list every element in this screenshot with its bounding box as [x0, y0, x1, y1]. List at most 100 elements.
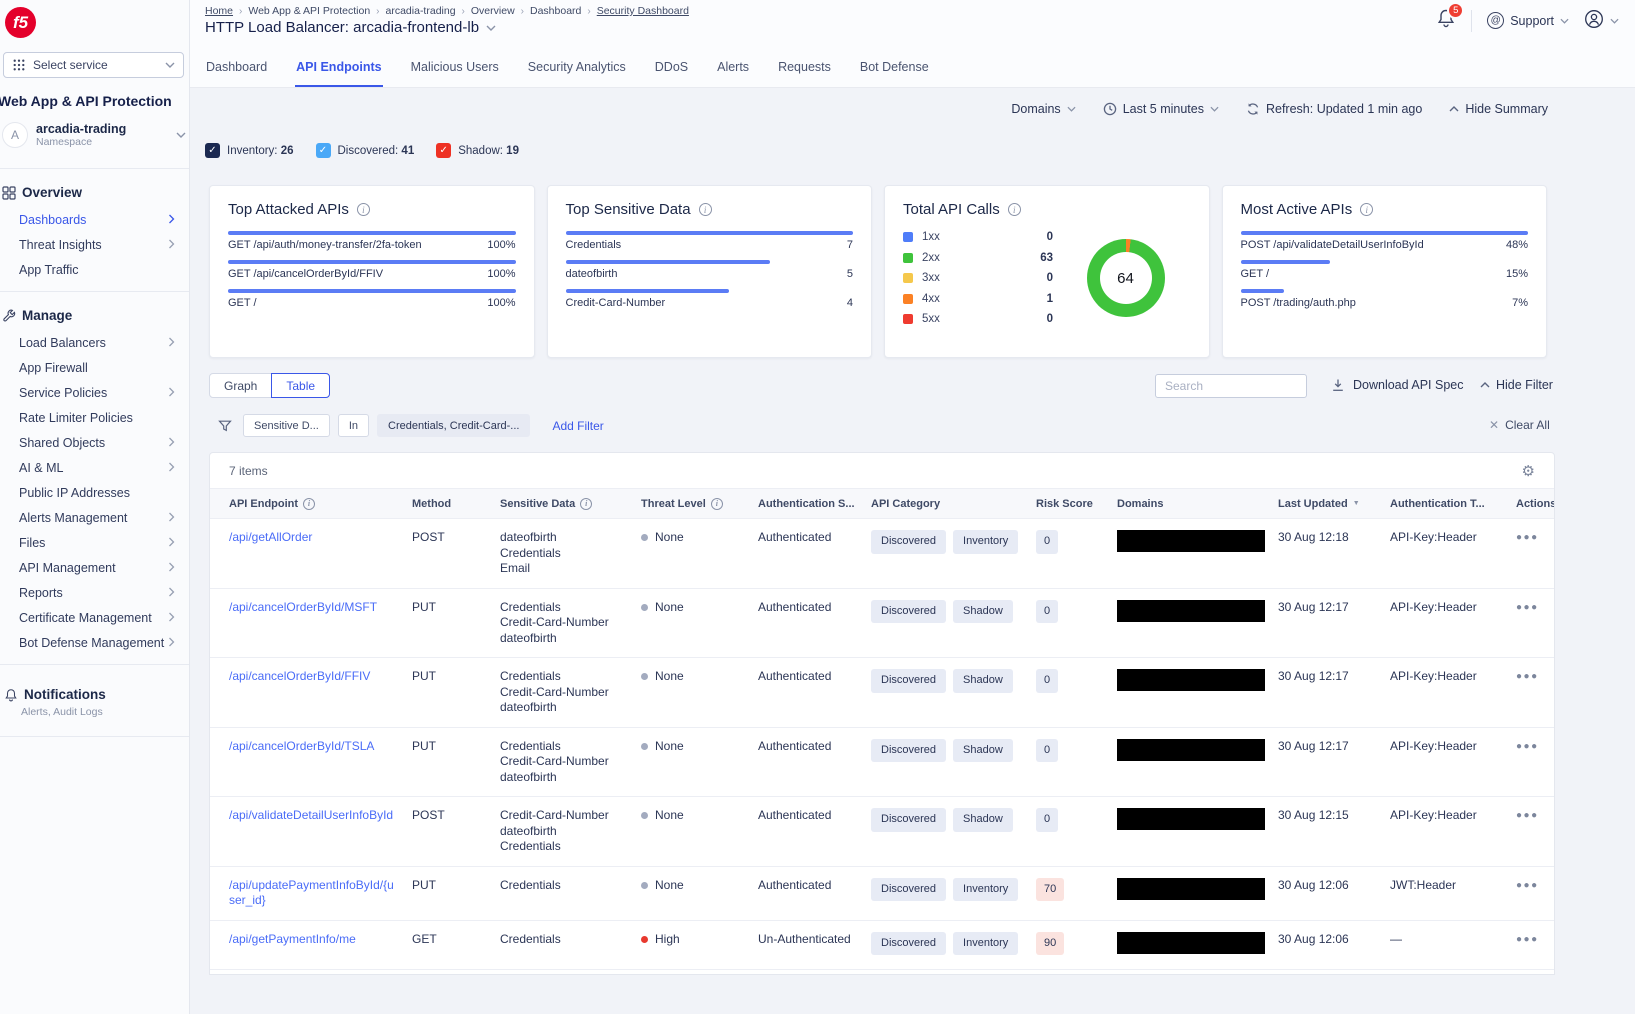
sensitive-data-cell: Credentials: [500, 878, 641, 909]
column-header-api-endpoint[interactable]: API Endpointi: [229, 498, 412, 510]
auth-status-cell: Authenticated: [758, 600, 871, 647]
tab-malicious-users[interactable]: Malicious Users: [410, 50, 500, 87]
sidebar-item-dashboards[interactable]: Dashboards: [0, 208, 189, 233]
endpoint-link[interactable]: /api/validateDetailUserInfoById: [229, 808, 393, 822]
legend-label: Shadow: 19: [458, 145, 519, 157]
method-cell: PUT: [412, 878, 500, 909]
legend-checkbox-inventory[interactable]: ✓ Inventory: 26: [205, 143, 294, 158]
info-icon: i: [711, 498, 723, 510]
breadcrumb-item-overview[interactable]: Overview: [471, 5, 515, 17]
sidebar-item-service-policies[interactable]: Service Policies: [0, 381, 189, 406]
user-icon: [1584, 9, 1604, 32]
add-filter-button[interactable]: Add Filter: [552, 419, 603, 433]
sidebar-item-shared-objects[interactable]: Shared Objects: [0, 431, 189, 456]
time-range-dropdown[interactable]: Last 5 minutes: [1103, 102, 1219, 116]
sidebar-item-reports[interactable]: Reports: [0, 581, 189, 606]
sidebar-item-ai-ml[interactable]: AI & ML: [0, 456, 189, 481]
tab-api-endpoints[interactable]: API Endpoints: [295, 50, 382, 87]
column-header-actions[interactable]: Actions: [1516, 498, 1555, 510]
hide-summary-button[interactable]: Hide Summary: [1449, 102, 1548, 116]
donut-legend-row: 2xx 63: [903, 252, 1053, 264]
tab-ddos[interactable]: DDoS: [654, 50, 689, 87]
endpoint-link[interactable]: /api/updatePaymentInfoById/{user_id}: [229, 878, 394, 908]
select-service-dropdown[interactable]: Select service: [3, 52, 184, 78]
support-menu[interactable]: @ Support: [1487, 12, 1569, 29]
row-actions-button[interactable]: ●●●: [1516, 932, 1539, 959]
breadcrumb-item-web-app-api-protection[interactable]: Web App & API Protection: [248, 5, 370, 17]
row-actions-button[interactable]: ●●●: [1516, 739, 1539, 786]
row-actions-button[interactable]: ●●●: [1516, 600, 1539, 647]
sidebar-item-app-traffic[interactable]: App Traffic: [0, 258, 189, 283]
breadcrumb-item-arcadia-trading[interactable]: arcadia-trading: [386, 5, 456, 17]
sidebar-item-threat-insights[interactable]: Threat Insights: [0, 233, 189, 258]
chevron-down-icon[interactable]: [486, 25, 496, 31]
auth-status-cell: Authenticated: [758, 878, 871, 909]
legend-checkbox-discovered[interactable]: ✓ Discovered: 41: [316, 143, 415, 158]
tab-requests[interactable]: Requests: [777, 50, 832, 87]
redacted-domain: [1117, 739, 1265, 761]
notifications-bell-button[interactable]: 5: [1436, 8, 1456, 33]
sidebar-item-app-firewall[interactable]: App Firewall: [0, 356, 189, 381]
sort-icon: ▼: [1353, 500, 1360, 507]
legend-checkbox-shadow[interactable]: ✓ Shadow: 19: [436, 143, 519, 158]
endpoint-link[interactable]: /api/cancelOrderById/MSFT: [229, 600, 377, 614]
sidebar-item-load-balancers[interactable]: Load Balancers: [0, 331, 189, 356]
column-header-threat-level[interactable]: Threat Leveli: [641, 498, 758, 510]
refresh-button[interactable]: Refresh: Updated 1 min ago: [1246, 102, 1422, 116]
breadcrumb-item-dashboard[interactable]: Dashboard: [530, 5, 581, 17]
row-actions-button[interactable]: ●●●: [1516, 808, 1539, 855]
column-header-risk-score[interactable]: Risk Score: [1036, 498, 1117, 510]
sidebar-item-files[interactable]: Files: [0, 531, 189, 556]
chart-bar-item: Credentials7: [566, 231, 854, 251]
sidebar-notifications[interactable]: Notifications Alerts, Audit Logs: [0, 673, 189, 728]
sidebar-item-bot-defense-management[interactable]: Bot Defense Management: [0, 631, 189, 656]
hide-filter-button[interactable]: Hide Filter: [1480, 378, 1553, 392]
clear-all-button[interactable]: ✕ Clear All: [1489, 418, 1550, 432]
chart-bar-item: GET /api/cancelOrderById/FFIV100%: [228, 260, 516, 280]
account-menu[interactable]: [1584, 9, 1619, 32]
endpoint-link[interactable]: /api/cancelOrderById/FFIV: [229, 669, 370, 683]
table-view-button[interactable]: Table: [271, 373, 330, 398]
column-header-sensitive-data[interactable]: Sensitive Datai: [500, 498, 641, 510]
card-top-attacked-apis: Top Attacked APIsi GET /api/auth/money-t…: [209, 185, 535, 358]
column-header-authentication-s[interactable]: Authentication S...: [758, 498, 871, 510]
column-header-authentication-t[interactable]: Authentication T...: [1390, 498, 1516, 510]
column-header-last-updated[interactable]: Last Updated▼: [1278, 498, 1390, 510]
sidebar-item-public-ip-addresses[interactable]: Public IP Addresses: [0, 481, 189, 506]
tab-alerts[interactable]: Alerts: [716, 50, 750, 87]
gear-icon[interactable]: ⚙: [1522, 462, 1535, 480]
api-endpoints-table: 7 items ⚙ API EndpointiMethodSensitive D…: [209, 452, 1555, 975]
tab-bot-defense[interactable]: Bot Defense: [859, 50, 930, 87]
domains-dropdown[interactable]: Domains: [1011, 102, 1075, 116]
filter-field-chip[interactable]: Sensitive D...: [243, 414, 330, 437]
endpoint-link[interactable]: /api/cancelOrderById/TSLA: [229, 739, 374, 753]
row-actions-button[interactable]: ●●●: [1516, 530, 1539, 577]
bar-value: 48%: [1506, 239, 1528, 251]
breadcrumb-item-security-dashboard[interactable]: Security Dashboard: [597, 5, 689, 17]
column-header-method[interactable]: Method: [412, 498, 500, 510]
search-input[interactable]: [1155, 374, 1307, 398]
sidebar-item-alerts-management[interactable]: Alerts Management: [0, 506, 189, 531]
bar-value: 7: [847, 239, 853, 251]
row-actions-button[interactable]: ●●●: [1516, 669, 1539, 716]
graph-view-button[interactable]: Graph: [209, 373, 272, 398]
chevron-down-icon: [1610, 18, 1619, 24]
sidebar-item-api-management[interactable]: API Management: [0, 556, 189, 581]
breadcrumb-item-home[interactable]: Home: [205, 5, 233, 17]
info-icon: i: [1360, 203, 1373, 216]
filter-value-chip[interactable]: Credentials, Credit-Card-...: [377, 414, 530, 437]
sidebar-item-label: AI & ML: [19, 461, 63, 476]
column-header-api-category[interactable]: API Category: [871, 498, 1036, 510]
tab-dashboard[interactable]: Dashboard: [205, 50, 268, 87]
sidebar-item-certificate-management[interactable]: Certificate Management: [0, 606, 189, 631]
sidebar-item-rate-limiter-policies[interactable]: Rate Limiter Policies: [0, 406, 189, 431]
filter-operator-chip[interactable]: In: [338, 414, 369, 437]
tab-security-analytics[interactable]: Security Analytics: [527, 50, 627, 87]
endpoint-link[interactable]: /api/getPaymentInfo/me: [229, 932, 356, 946]
endpoint-link[interactable]: /api/getAllOrder: [229, 530, 312, 544]
column-header-domains[interactable]: Domains: [1117, 498, 1278, 510]
namespace-selector[interactable]: A arcadia-trading Namespace: [2, 122, 186, 148]
threat-level-cell: None: [641, 739, 758, 786]
row-actions-button[interactable]: ●●●: [1516, 878, 1539, 909]
download-api-spec-button[interactable]: Download API Spec: [1331, 378, 1464, 392]
